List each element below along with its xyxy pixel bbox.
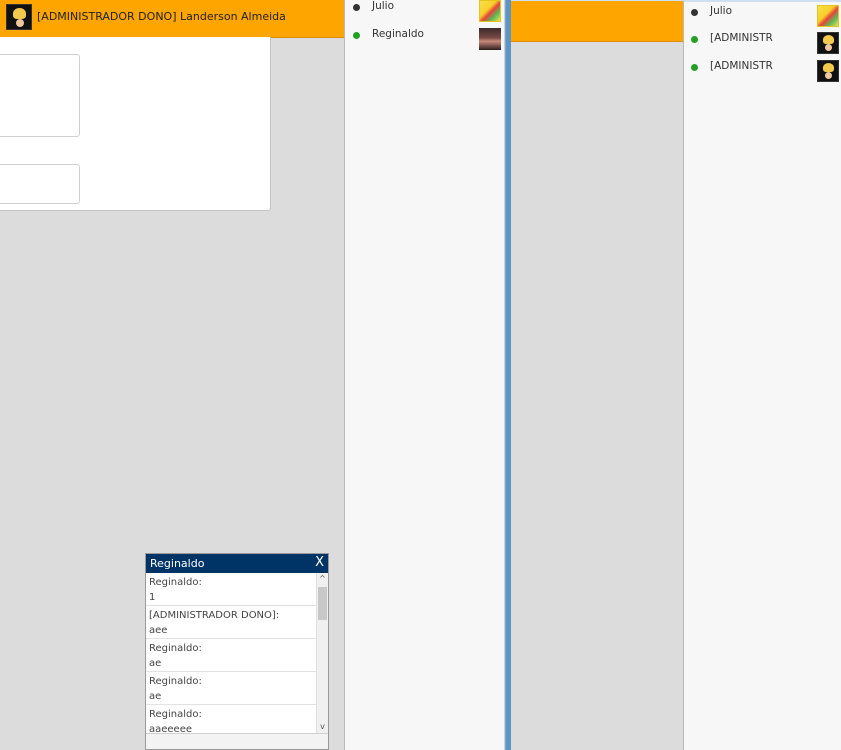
scroll-down-icon[interactable]: v [317,721,328,733]
chat-window: Reginaldo X Reginaldo: 1 [ADMINISTRADOR … [145,553,329,750]
message-text: aee [149,625,168,636]
contact-name: [ADMINISTR [710,60,773,72]
message-text: ae [149,691,162,702]
contact-name: [ADMINISTR [710,32,773,44]
right-pane [511,0,683,750]
chat-input[interactable] [146,733,328,749]
contact-avatar [479,28,501,50]
message-sender: Reginaldo: [149,643,202,654]
contact-avatar [817,32,839,54]
message-sender: Reginaldo: [149,709,202,720]
chat-message: Reginaldo: ae [146,639,316,672]
user-title: [ADMINISTRADOR DONO] Landerson Almeida [37,10,286,23]
text-area-field[interactable] [0,54,80,137]
chat-title: Reginaldo [150,557,205,570]
scroll-thumb[interactable] [318,587,327,620]
contact-list-right: Julio [ADMINISTR [ADMINISTR [683,0,841,750]
close-icon[interactable]: X [315,555,324,570]
contact-item[interactable]: Reginaldo [351,28,501,50]
text-input-field[interactable] [0,164,80,204]
status-dot-icon [353,4,360,11]
user-avatar[interactable] [6,4,32,30]
chat-header[interactable]: Reginaldo X [146,554,328,573]
chat-message: [ADMINISTRADOR DONO]: aee [146,606,316,639]
contact-avatar [817,5,839,27]
left-header-bar: [ADMINISTRADOR DONO] Landerson Almeida [0,0,344,38]
scroll-up-icon[interactable]: ^ [317,573,328,585]
message-text: ae [149,658,162,669]
contact-name: Reginaldo [372,28,424,40]
status-dot-icon [691,9,698,16]
status-dot-icon [691,64,698,71]
contact-name: Julio [372,0,395,12]
contact-avatar [817,60,839,82]
status-dot-icon [691,36,698,43]
message-sender: [ADMINISTRADOR DONO]: [149,610,280,621]
right-header-bar [511,0,683,42]
contact-item[interactable]: [ADMINISTR [689,32,839,54]
chat-message: Reginaldo: ae [146,672,316,705]
status-dot-icon [353,32,360,39]
message-sender: Reginaldo: [149,577,202,588]
contact-item[interactable]: Julio [351,0,501,22]
contact-item[interactable]: Julio [689,5,839,27]
contact-item[interactable]: [ADMINISTR [689,60,839,82]
contact-name: Julio [710,5,733,17]
chat-message: Reginaldo: 1 [146,573,316,606]
chat-messages: Reginaldo: 1 [ADMINISTRADOR DONO]: aee R… [146,573,316,733]
message-text: 1 [149,592,156,603]
chat-scrollbar[interactable]: ^ v [316,573,328,733]
chat-message: Reginaldo: aaeeeee [146,705,316,733]
message-sender: Reginaldo: [149,676,202,687]
contact-avatar [479,0,501,22]
contact-list-left: Julio Reginaldo [344,0,505,750]
message-text: aaeeeee [149,724,193,733]
